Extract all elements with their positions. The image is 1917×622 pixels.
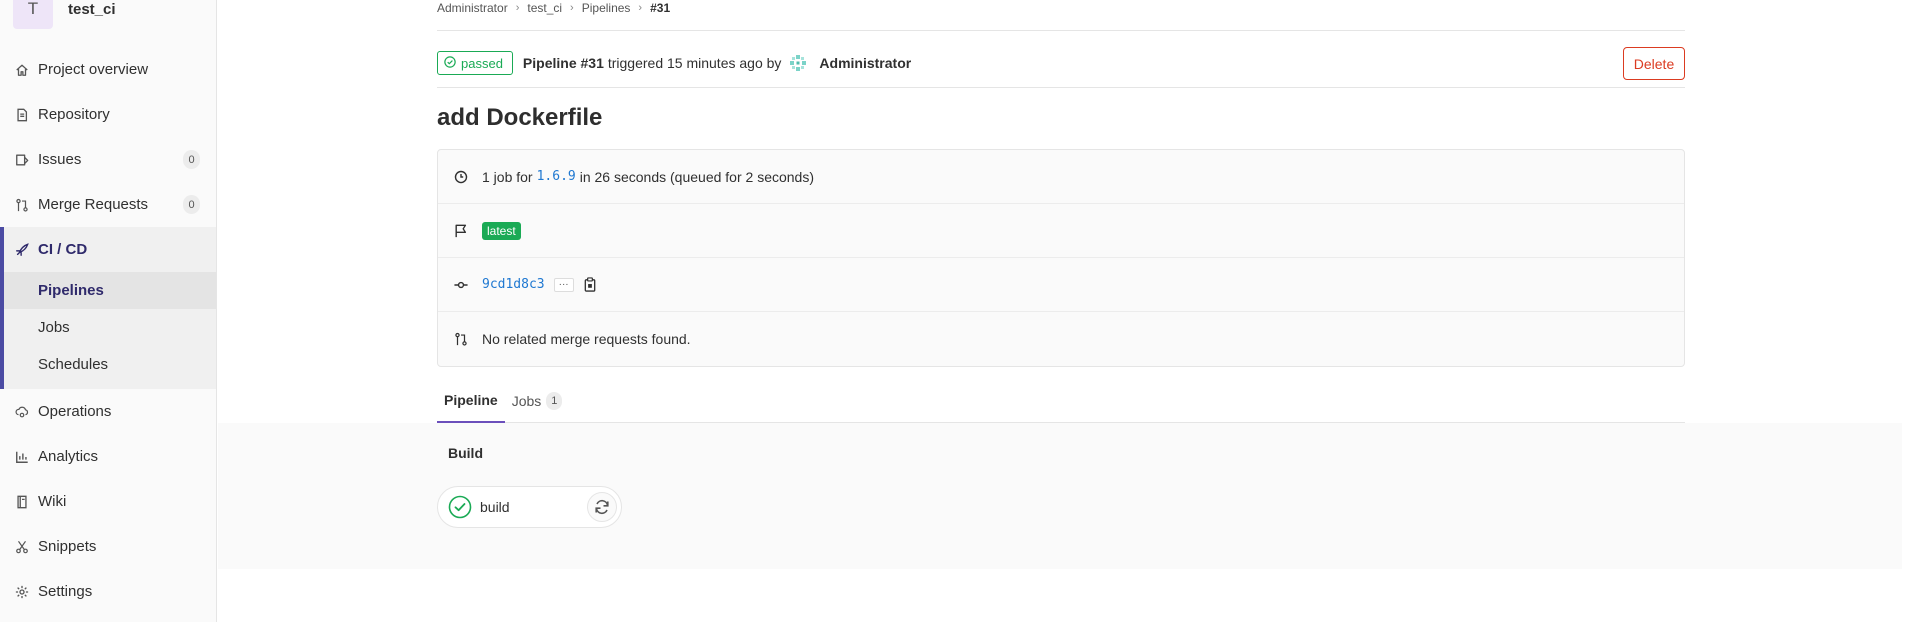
info-row-jobs: 1 job for 1.6.9 in 26 seconds (queued fo… bbox=[438, 150, 1684, 204]
pipeline-info-box: 1 job for 1.6.9 in 26 seconds (queued fo… bbox=[437, 149, 1685, 367]
issues-count-badge: 0 bbox=[183, 150, 200, 169]
sidebar-nav: Project overview Repository Issues 0 Mer… bbox=[0, 47, 216, 614]
divider bbox=[437, 30, 1685, 31]
main-content: Administrator › test_ci › Pipelines › #3… bbox=[437, 0, 1685, 423]
chart-icon bbox=[13, 448, 31, 466]
sidebar-item-snippets[interactable]: Snippets bbox=[0, 524, 216, 569]
jobs-prefix: 1 job for bbox=[482, 168, 533, 185]
pipeline-id: Pipeline #31 bbox=[522, 55, 604, 71]
chevron-right-icon: › bbox=[638, 2, 643, 14]
triggered-text: triggered 15 minutes ago by bbox=[607, 55, 782, 71]
sidebar-item-label: Project overview bbox=[38, 61, 149, 78]
ci-cd-submenu: Pipelines Jobs Schedules bbox=[4, 272, 216, 389]
sidebar-item-label: CI / CD bbox=[38, 241, 88, 258]
tab-jobs[interactable]: Jobs 1 bbox=[505, 379, 570, 423]
sidebar-item-label: Wiki bbox=[38, 493, 67, 510]
breadcrumb-item[interactable]: test_ci bbox=[527, 1, 562, 15]
chevron-right-icon: › bbox=[570, 2, 574, 14]
book-icon bbox=[13, 493, 31, 511]
pipeline-graph-area: Build build bbox=[218, 423, 1902, 569]
sidebar-subitem-jobs[interactable]: Jobs bbox=[4, 309, 216, 346]
retry-icon bbox=[595, 499, 609, 515]
retry-button[interactable] bbox=[587, 492, 617, 522]
sidebar-item-label: Repository bbox=[38, 106, 110, 123]
project-header[interactable]: T test_ci bbox=[0, 0, 216, 31]
project-avatar[interactable]: T bbox=[13, 0, 53, 29]
commit-title: add Dockerfile bbox=[437, 104, 603, 131]
flag-icon bbox=[453, 223, 469, 239]
sidebar-subitem-schedules[interactable]: Schedules bbox=[4, 346, 216, 383]
sidebar-item-label: Snippets bbox=[38, 538, 97, 555]
scissors-icon bbox=[13, 538, 31, 556]
commit-sha-link[interactable]: 9cd1d8c3 bbox=[482, 277, 545, 292]
issues-icon bbox=[13, 151, 31, 169]
sidebar-item-label: Operations bbox=[38, 403, 112, 420]
toggle-commit-message-button[interactable]: ··· bbox=[553, 277, 574, 292]
sidebar-item-analytics[interactable]: Analytics bbox=[0, 434, 216, 479]
tab-pipeline[interactable]: Pipeline bbox=[437, 379, 505, 423]
sidebar-item-project-overview[interactable]: Project overview bbox=[0, 47, 216, 92]
merge-requests-text: No related merge requests found. bbox=[482, 331, 691, 347]
commit-icon bbox=[453, 277, 469, 293]
sidebar-item-repository[interactable]: Repository bbox=[0, 92, 216, 137]
sidebar-item-operations[interactable]: Operations bbox=[0, 389, 216, 434]
divider bbox=[437, 87, 1685, 88]
doc-icon bbox=[13, 106, 31, 124]
breadcrumb: Administrator › test_ci › Pipelines › #3… bbox=[437, 0, 1685, 16]
clipboard-icon bbox=[584, 277, 595, 292]
sidebar-item-label: Issues bbox=[38, 151, 82, 168]
sidebar-item-settings[interactable]: Settings bbox=[0, 569, 216, 614]
info-row-merge-requests: No related merge requests found. bbox=[438, 312, 1684, 366]
latest-badge: latest bbox=[482, 221, 521, 240]
info-row-commit: 9cd1d8c3 ··· bbox=[438, 258, 1684, 312]
cloud-gear-icon bbox=[13, 403, 31, 421]
sidebar-subitem-pipelines[interactable]: Pipelines bbox=[4, 272, 216, 309]
sidebar-item-label: Settings bbox=[38, 583, 93, 600]
status-badge[interactable]: passed bbox=[437, 51, 513, 75]
chevron-right-icon: › bbox=[515, 2, 520, 14]
gear-icon bbox=[13, 583, 31, 601]
status-label: passed bbox=[461, 55, 503, 71]
jobs-count-badge: 1 bbox=[546, 392, 563, 410]
passed-icon bbox=[444, 55, 456, 71]
job-pill-build[interactable]: build bbox=[437, 486, 622, 528]
sidebar-item-label: Merge Requests bbox=[38, 196, 149, 213]
sidebar-item-issues[interactable]: Issues 0 bbox=[0, 137, 216, 182]
sidebar: T test_ci Project overview Repository Is… bbox=[0, 0, 217, 622]
sidebar-item-merge-requests[interactable]: Merge Requests 0 bbox=[0, 182, 216, 227]
merge-request-icon bbox=[13, 196, 31, 214]
stage-title: Build bbox=[448, 445, 483, 461]
project-name[interactable]: test_ci bbox=[68, 1, 116, 18]
pipeline-header: passed Pipeline #31 triggered 15 minutes… bbox=[437, 47, 1685, 80]
rocket-icon bbox=[13, 241, 31, 259]
user-avatar-icon[interactable] bbox=[789, 54, 807, 72]
jobs-suffix: in 26 seconds (queued for 2 seconds) bbox=[579, 168, 814, 185]
delete-button[interactable]: Delete bbox=[1623, 47, 1685, 80]
tab-label: Jobs bbox=[511, 393, 542, 409]
pipeline-header-text: Pipeline #31 triggered 15 minutes ago by… bbox=[523, 54, 911, 72]
sidebar-item-wiki[interactable]: Wiki bbox=[0, 479, 216, 524]
job-name: build bbox=[480, 499, 510, 515]
ref-link[interactable]: 1.6.9 bbox=[537, 169, 576, 184]
info-row-tags: latest bbox=[438, 204, 1684, 258]
sidebar-group-ci-cd: CI / CD Pipelines Jobs Schedules bbox=[0, 227, 216, 389]
merge-requests-count-badge: 0 bbox=[183, 195, 200, 214]
breadcrumb-item[interactable]: Administrator bbox=[437, 1, 508, 15]
clock-icon bbox=[453, 169, 469, 185]
copy-sha-button[interactable] bbox=[583, 277, 597, 292]
tab-label: Pipeline bbox=[444, 392, 498, 408]
sidebar-item-ci-cd[interactable]: CI / CD bbox=[4, 227, 216, 272]
home-icon bbox=[13, 61, 31, 79]
sidebar-item-label: Analytics bbox=[38, 448, 99, 465]
pipeline-tabs: Pipeline Jobs 1 bbox=[437, 379, 1685, 423]
breadcrumb-current[interactable]: #31 bbox=[650, 1, 670, 15]
merge-request-icon bbox=[453, 331, 469, 347]
success-check-icon bbox=[448, 495, 472, 519]
user-name-link[interactable]: Administrator bbox=[819, 55, 911, 71]
breadcrumb-item[interactable]: Pipelines bbox=[582, 1, 631, 15]
